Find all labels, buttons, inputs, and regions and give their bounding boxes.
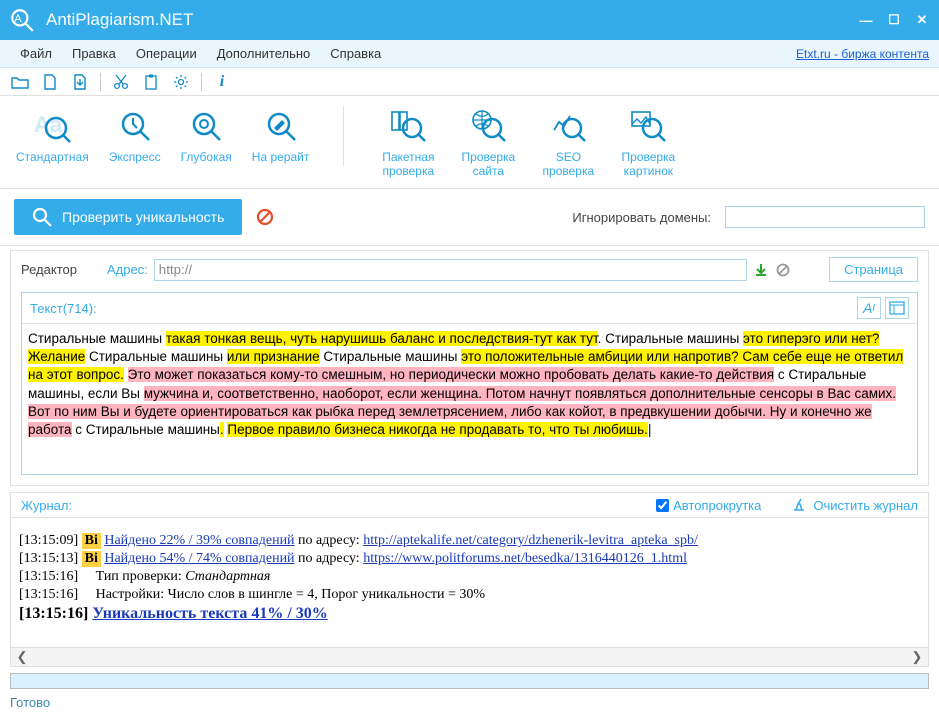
express-icon <box>115 106 155 146</box>
ribbon-express-label: Экспресс <box>109 150 161 164</box>
journal-found-link[interactable]: Найдено 22% / 39% совпадений <box>104 533 294 548</box>
ribbon-separator <box>343 106 344 166</box>
journal-line: [13:15:16] Тип проверки: Стандартная <box>19 568 920 586</box>
app-logo-icon: A <box>8 6 36 34</box>
journal-url-link[interactable]: https://www.politforums.net/besedka/1316… <box>363 551 687 566</box>
title-bar: A AntiPlagiarism.NET — ☐ ✕ <box>0 0 939 40</box>
text-count-label: Текст(714): <box>30 301 97 316</box>
menu-edit[interactable]: Правка <box>62 46 126 61</box>
layout-mode-button[interactable] <box>885 297 909 319</box>
minimize-button[interactable]: — <box>857 11 875 29</box>
cut-icon[interactable] <box>111 72 131 92</box>
journal-line: [13:15:16] Уникальность текста 41% / 30% <box>19 604 920 624</box>
maximize-button[interactable]: ☐ <box>885 11 903 29</box>
scroll-left-icon[interactable]: ❮ <box>11 648 33 666</box>
action-row: Проверить уникальность Игнорировать доме… <box>0 189 939 246</box>
ribbon-express[interactable]: Экспресс <box>109 106 161 164</box>
journal-line: [13:15:13] Bi Найдено 54% / 74% совпаден… <box>19 550 920 568</box>
ribbon-rewrite[interactable]: На рерайт <box>252 106 310 164</box>
status-bar: Готово <box>0 693 939 712</box>
autoscroll-label: Автопрокрутка <box>673 498 761 513</box>
scroll-right-icon[interactable]: ❯ <box>906 648 928 666</box>
text-box: Текст(714): AI Стиральные машины такая т… <box>21 292 918 475</box>
clear-journal-button[interactable]: Очистить журнал <box>791 497 918 513</box>
clear-journal-label: Очистить журнал <box>813 498 918 513</box>
progress-bar <box>10 673 929 689</box>
go-download-icon[interactable] <box>753 262 769 278</box>
ribbon-deep[interactable]: Глубокая <box>181 106 232 164</box>
toolbar-separator <box>100 73 101 91</box>
save-icon[interactable] <box>70 72 90 92</box>
ribbon-site[interactable]: Проверка сайта <box>458 106 518 178</box>
ribbon-seo[interactable]: SEO проверка <box>538 106 598 178</box>
batch-icon <box>388 106 428 146</box>
journal-body[interactable]: [13:15:09] Bi Найдено 22% / 39% совпаден… <box>11 518 928 648</box>
address-label: Адрес: <box>107 262 148 277</box>
journal-hscroll[interactable]: ❮ ❯ <box>11 648 928 666</box>
standard-icon: Aa <box>32 106 72 146</box>
journal-result-link[interactable]: Уникальность текста 41% / 30% <box>92 605 327 622</box>
magnifier-icon <box>32 207 52 227</box>
journal-line: [13:15:16] Настройки: Число слов в шингл… <box>19 586 920 604</box>
ribbon-standard-label: Стандартная <box>16 150 89 164</box>
menu-bar: Файл Правка Операции Дополнительно Справ… <box>0 40 939 68</box>
ribbon-images-label: Проверка картинок <box>618 150 678 178</box>
ignore-domains-input[interactable] <box>725 206 925 228</box>
ignore-domains-label: Игнорировать домены: <box>572 210 711 225</box>
app-title: AntiPlagiarism.NET <box>46 10 857 30</box>
new-file-icon[interactable] <box>40 72 60 92</box>
toolbar-separator-2 <box>201 73 202 91</box>
svg-text:A: A <box>14 13 22 25</box>
status-text: Готово <box>10 695 50 710</box>
site-icon <box>468 106 508 146</box>
info-icon[interactable]: i <box>212 72 232 92</box>
autoscroll-checkbox[interactable]: Автопрокрутка <box>656 498 761 513</box>
menu-operations[interactable]: Операции <box>126 46 207 61</box>
etxt-link[interactable]: Etxt.ru - биржа контента <box>796 47 929 61</box>
ribbon-images[interactable]: Проверка картинок <box>618 106 678 178</box>
journal-found-link[interactable]: Найдено 54% / 74% совпадений <box>104 551 294 566</box>
paste-icon[interactable] <box>141 72 161 92</box>
toolbar: i <box>0 68 939 96</box>
ribbon-group-tools: Пакетная проверка Проверка сайта SEO про… <box>378 106 678 178</box>
journal-label: Журнал: <box>21 498 72 513</box>
ribbon-rewrite-label: На рерайт <box>252 150 310 164</box>
forbid-small-icon[interactable] <box>775 262 791 278</box>
check-button-label: Проверить уникальность <box>62 209 224 225</box>
menu-file[interactable]: Файл <box>10 46 62 61</box>
ribbon-group-check-types: Aa Стандартная Экспресс Глубокая На рера… <box>16 106 309 164</box>
forbid-icon[interactable] <box>256 208 274 226</box>
rewrite-icon <box>261 106 301 146</box>
deep-icon <box>186 106 226 146</box>
check-uniqueness-button[interactable]: Проверить уникальность <box>14 199 242 235</box>
ribbon-site-label: Проверка сайта <box>458 150 518 178</box>
address-input[interactable] <box>154 259 747 281</box>
menu-help[interactable]: Справка <box>320 46 391 61</box>
editor-panel: Редактор Адрес: Страница Текст(714): AI … <box>10 250 929 486</box>
broom-icon <box>791 497 807 513</box>
journal-panel: Журнал: Автопрокрутка Очистить журнал [1… <box>10 492 929 667</box>
journal-url-link[interactable]: http://aptekalife.net/category/dzhenerik… <box>363 533 698 548</box>
font-mode-button[interactable]: AI <box>857 297 881 319</box>
text-content[interactable]: Стиральные машины такая тонкая вещь, чут… <box>22 324 917 474</box>
images-icon <box>628 106 668 146</box>
scroll-track[interactable] <box>33 648 906 666</box>
open-icon[interactable] <box>10 72 30 92</box>
ribbon-seo-label: SEO проверка <box>538 150 598 178</box>
journal-line: [13:15:09] Bi Найдено 22% / 39% совпаден… <box>19 532 920 550</box>
page-tab[interactable]: Страница <box>829 257 918 282</box>
ribbon-deep-label: Глубокая <box>181 150 232 164</box>
seo-icon <box>548 106 588 146</box>
ribbon-standard[interactable]: Aa Стандартная <box>16 106 89 164</box>
autoscroll-input[interactable] <box>656 499 669 512</box>
menu-advanced[interactable]: Дополнительно <box>207 46 321 61</box>
settings-icon[interactable] <box>171 72 191 92</box>
ribbon: Aa Стандартная Экспресс Глубокая На рера… <box>0 96 939 189</box>
ribbon-batch[interactable]: Пакетная проверка <box>378 106 438 178</box>
editor-label: Редактор <box>21 262 77 277</box>
close-button[interactable]: ✕ <box>913 11 931 29</box>
ribbon-batch-label: Пакетная проверка <box>378 150 438 178</box>
